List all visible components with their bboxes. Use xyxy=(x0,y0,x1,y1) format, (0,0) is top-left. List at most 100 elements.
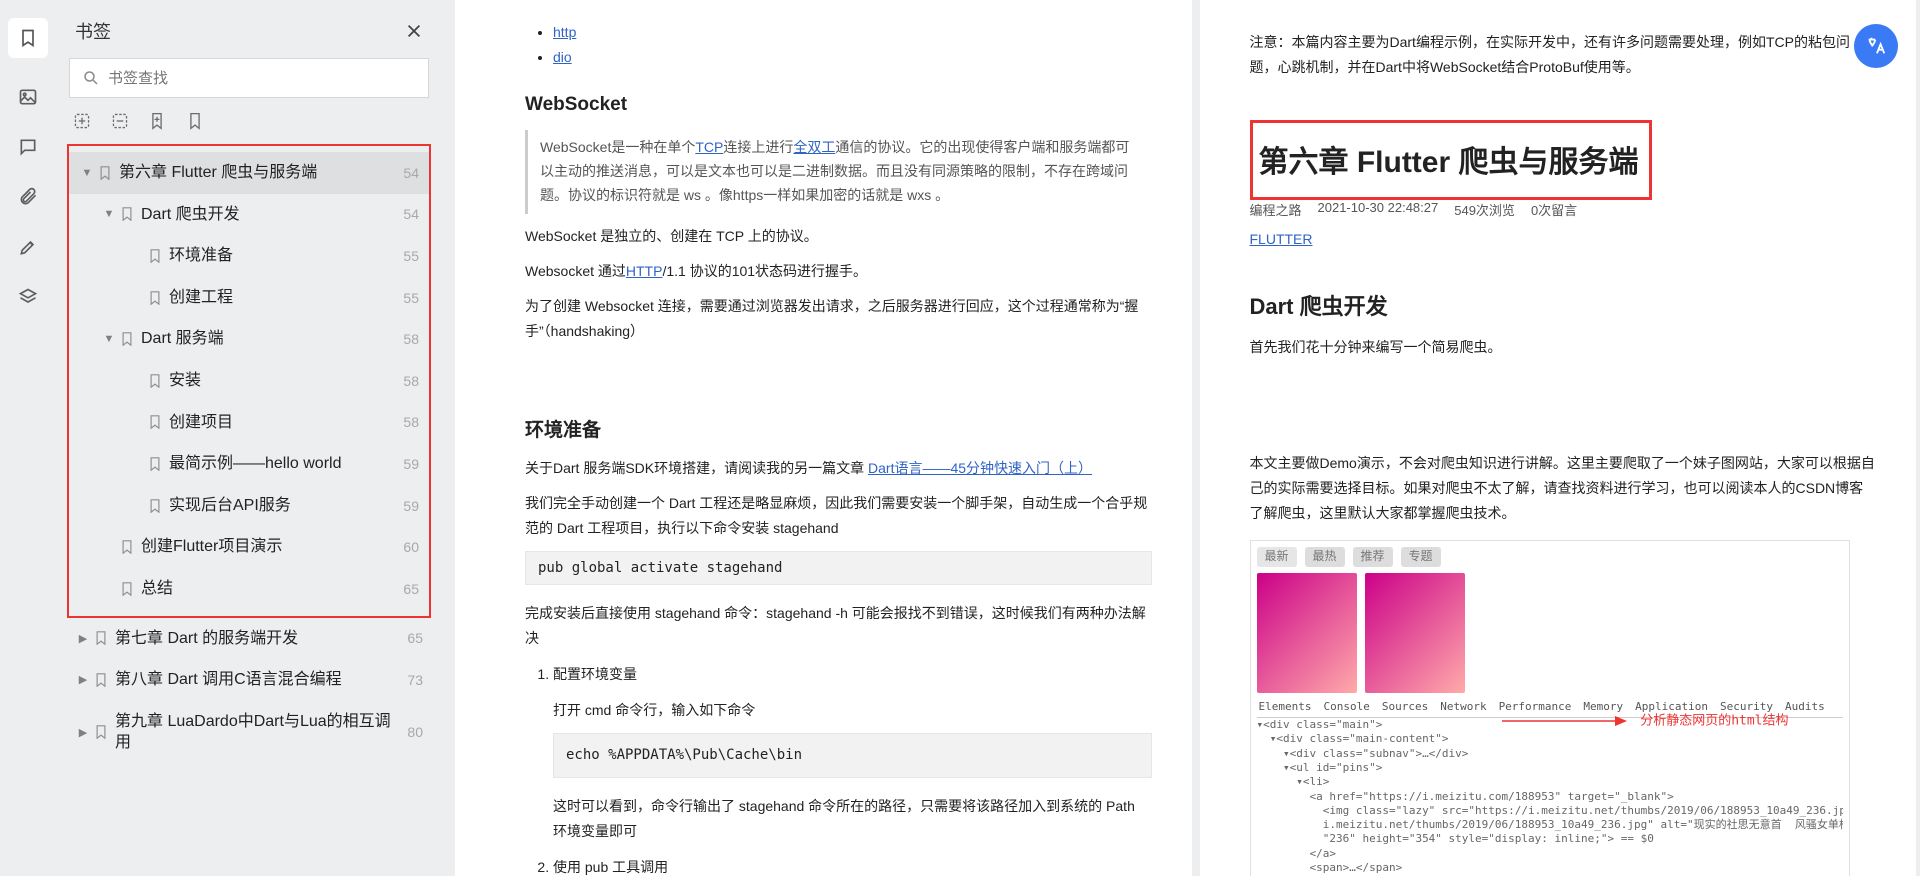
bookmark-node[interactable]: 环境准备55 xyxy=(69,235,429,277)
bookmark-outline-icon[interactable] xyxy=(187,112,205,130)
bookmark-label: 总结 xyxy=(141,578,393,600)
demo-thumbnail xyxy=(1257,573,1357,693)
bookmark-outline-icon xyxy=(121,207,135,221)
demo-tab: 最新 xyxy=(1257,547,1297,567)
article-meta: 编程之路 2021-10-30 22:48:27 549次浏览 0次留言 xyxy=(1250,200,1877,219)
bookmark-outline-icon xyxy=(149,291,163,305)
bookmark-node[interactable]: ▶第八章 Dart 调用C语言混合编程73 xyxy=(65,659,433,701)
attachment-icon[interactable] xyxy=(17,186,39,208)
highlight-icon[interactable] xyxy=(17,236,39,258)
bookmark-label: Dart 服务端 xyxy=(141,328,393,350)
env-p2: 我们完全手动创建一个 Dart 工程还是略显麻烦，因此我们需要安装一个脚手架，自… xyxy=(525,491,1152,541)
code-echo-appdata: echo %APPDATA%\Pub\Cache\bin xyxy=(553,733,1152,778)
bookmark-page: 55 xyxy=(393,290,419,306)
bookmark-outline-icon xyxy=(149,249,163,263)
devtools-tab: Elements xyxy=(1259,700,1312,714)
devtools-tab: Network xyxy=(1440,700,1486,714)
bookmark-node[interactable]: 创建Flutter项目演示60 xyxy=(69,526,429,568)
content-right-pane[interactable]: 注意：本篇内容主要为Dart编程示例，在实际开发中，还有许多问题需要处理，例如T… xyxy=(1200,0,1917,876)
note-text: 注意：本篇内容主要为Dart编程示例，在实际开发中，还有许多问题需要处理，例如T… xyxy=(1250,30,1877,80)
bookmark-flag-icon[interactable] xyxy=(149,112,167,130)
demo-screenshot: 最新最热推荐专题 ElementsConsoleSourcesNetworkPe… xyxy=(1250,540,1850,876)
bookmark-tree: ▼第六章 Flutter 爬虫与服务端54▼Dart 爬虫开发54环境准备55创… xyxy=(65,144,433,764)
bookmark-label: 创建项目 xyxy=(169,412,393,434)
bookmark-node[interactable]: ▶第七章 Dart 的服务端开发65 xyxy=(65,618,433,660)
bookmark-outline-icon xyxy=(95,673,109,687)
bookmark-outline-icon xyxy=(95,725,109,739)
image-icon[interactable] xyxy=(17,86,39,108)
content-left-pane[interactable]: http dio WebSocket WebSocket是一种在单个TCP连接上… xyxy=(455,0,1192,876)
expand-icon[interactable]: ▶ xyxy=(77,673,89,686)
layers-icon[interactable] xyxy=(17,286,39,308)
bookmark-page: 58 xyxy=(393,331,419,347)
code-install-stagehand: pub global activate stagehand xyxy=(525,551,1152,585)
demo-tab: 推荐 xyxy=(1353,547,1393,567)
bookmark-outline-icon xyxy=(121,332,135,346)
bookmarks-title: 书签 xyxy=(75,18,111,44)
bookmark-label: 实现后台API服务 xyxy=(169,495,393,517)
remove-bookmark-icon[interactable] xyxy=(111,112,129,130)
crawler-p1: 首先我们花十分钟来编写一个简易爬虫。 xyxy=(1250,335,1877,360)
bookmark-label: 第八章 Dart 调用C语言混合编程 xyxy=(115,669,397,691)
comment-icon[interactable] xyxy=(17,136,39,158)
bookmark-label: 安装 xyxy=(169,370,393,392)
bookmarks-panel: 书签 ▼第六章 Flutter 爬虫与服务端54▼Dart 爬虫开发54环境准备… xyxy=(55,0,455,876)
devtools-tab: Sources xyxy=(1382,700,1428,714)
bookmark-label: 第九章 LuaDardo中Dart与Lua的相互调用 xyxy=(115,711,397,754)
bookmark-outline-icon xyxy=(95,631,109,645)
tag-flutter[interactable]: FLUTTER xyxy=(1250,231,1313,247)
bookmark-node[interactable]: 最简示例——hello world59 xyxy=(69,443,429,485)
bookmark-icon[interactable] xyxy=(8,18,48,58)
link-http-proto[interactable]: HTTP xyxy=(626,263,663,279)
expand-icon[interactable]: ▼ xyxy=(103,208,115,220)
bookmark-page: 54 xyxy=(393,165,419,181)
link-dio[interactable]: dio xyxy=(553,49,572,65)
bookmark-node[interactable]: 安装58 xyxy=(69,360,429,402)
link-dart-tutorial[interactable]: Dart语言——45分钟快速入门（上） xyxy=(868,460,1092,476)
bookmark-label: Dart 爬虫开发 xyxy=(141,204,393,226)
link-http[interactable]: http xyxy=(553,24,576,40)
add-bookmark-icon[interactable] xyxy=(73,112,91,130)
bookmark-outline-icon xyxy=(149,457,163,471)
bookmark-page: 59 xyxy=(393,456,419,472)
demo-thumbnail xyxy=(1365,573,1465,693)
translate-fab[interactable] xyxy=(1854,24,1898,68)
bookmark-label: 环境准备 xyxy=(169,245,393,267)
bookmark-outline-icon xyxy=(149,374,163,388)
env-p3: 完成安装后直接使用 stagehand 命令：stagehand -h 可能会报… xyxy=(525,601,1152,651)
bookmark-node[interactable]: 总结65 xyxy=(69,568,429,610)
bookmark-page: 59 xyxy=(393,498,419,514)
expand-icon[interactable]: ▼ xyxy=(81,167,93,179)
bookmark-node[interactable]: ▼第六章 Flutter 爬虫与服务端54 xyxy=(69,152,429,194)
bookmark-label: 最简示例——hello world xyxy=(169,453,393,475)
ws-desc-3: 为了创建 Websocket 连接，需要通过浏览器发出请求，之后服务器进行回应，… xyxy=(525,294,1152,344)
expand-icon[interactable]: ▼ xyxy=(103,333,115,345)
bookmark-node[interactable]: ▼ Dart 服务端58 xyxy=(69,318,429,360)
expand-icon[interactable]: ▶ xyxy=(77,632,89,645)
bookmark-page: 65 xyxy=(393,581,419,597)
bookmark-node[interactable]: 创建工程55 xyxy=(69,277,429,319)
bookmark-actions xyxy=(65,112,433,144)
bookmark-outline-icon xyxy=(99,166,113,180)
step-pub-tool: 使用 pub 工具调用 除了配置环境变量，还可以使用 pub global ru… xyxy=(553,854,1152,876)
bookmark-node[interactable]: 实现后台API服务59 xyxy=(69,485,429,527)
heading-crawler: Dart 爬虫开发 xyxy=(1250,289,1877,321)
annotation-arrow: 分析静态网页的html结构 xyxy=(1502,711,1788,731)
bookmark-label: 第七章 Dart 的服务端开发 xyxy=(115,628,397,650)
bookmark-node[interactable]: ▼Dart 爬虫开发54 xyxy=(69,194,429,236)
close-icon[interactable] xyxy=(405,22,423,40)
bookmark-outline-icon xyxy=(149,415,163,429)
expand-icon[interactable]: ▶ xyxy=(77,726,89,739)
bookmark-search-input[interactable] xyxy=(108,70,416,87)
bookmark-label: 创建Flutter项目演示 xyxy=(141,536,393,558)
bookmark-node[interactable]: ▶第九章 LuaDardo中Dart与Lua的相互调用80 xyxy=(65,701,433,764)
bookmark-page: 58 xyxy=(393,373,419,389)
demo-tab: 最热 xyxy=(1305,547,1345,567)
demo-tab: 专题 xyxy=(1401,547,1441,567)
bookmark-page: 58 xyxy=(393,414,419,430)
bookmark-search[interactable] xyxy=(69,58,429,98)
icon-rail xyxy=(0,0,55,876)
bookmark-node[interactable]: 创建项目58 xyxy=(69,402,429,444)
heading-websocket: WebSocket xyxy=(525,94,1152,116)
heading-env: 环境准备 xyxy=(525,415,1152,442)
